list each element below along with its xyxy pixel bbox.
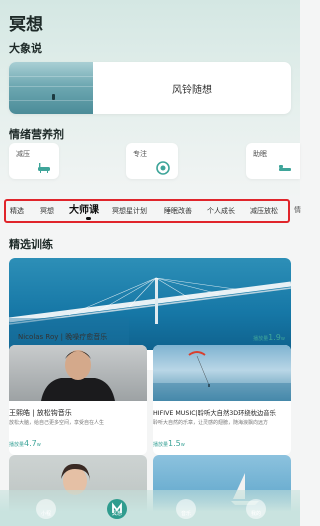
- featured-section-title: 精选训练: [9, 238, 53, 251]
- ocean-image: [9, 62, 93, 114]
- target-icon: [156, 161, 170, 175]
- page-title: 冥想: [9, 15, 43, 35]
- highlighted-tab-region: 精选 冥想 大师课 冥想星计划 睡眠改善 个人成长 减压放松: [4, 199, 290, 223]
- portrait-image: [9, 345, 147, 401]
- mood-card-sleep[interactable]: 助眠: [246, 143, 300, 179]
- nav-label-profile: 我的: [250, 511, 261, 517]
- featured-play-count: 播放量1.9w: [253, 333, 285, 342]
- mood-card-stress-relief[interactable]: 减压: [9, 143, 59, 179]
- nav-label-meditation: 冥想: [111, 511, 122, 517]
- featured-card-title: Nicolas Roy | 晚噪疗愈音乐: [18, 333, 108, 341]
- card-description: 放松大脑，给自己更多空间，享受自在人生: [9, 420, 105, 426]
- tab-sleep-improvement[interactable]: 睡眠改善: [164, 201, 192, 221]
- card-title: HIFIVE MUSIC|聆听大自然3D环绕枕边音乐: [153, 410, 276, 417]
- training-card[interactable]: 王熙皓 | 放松钩音乐 放松大脑，给自己更多空间，享受自在人生 播放量4.7w: [9, 345, 147, 455]
- mood-label: 助眠: [253, 150, 267, 158]
- active-tab-indicator: [86, 217, 91, 220]
- kitesurf-illustration: [153, 351, 291, 401]
- meditation-title: 风铃随想: [172, 84, 212, 96]
- training-card[interactable]: HIFIVE MUSIC|聆听大自然3D环绕枕边音乐 聆听大自然的乐章，让灵感的…: [153, 345, 291, 455]
- card-description: 聆听大自然的乐章，让灵感的翅膀，随海浪飘向远方: [153, 420, 269, 426]
- bottom-navigation: [0, 490, 300, 526]
- bathtub-icon: [38, 163, 50, 173]
- tab-overflow[interactable]: 情: [294, 205, 301, 215]
- master-section-title: 大象说: [9, 42, 42, 55]
- mood-label: 专注: [133, 150, 147, 158]
- ocean-kitesurf-image: [153, 345, 291, 401]
- tab-selected[interactable]: 精选: [10, 201, 24, 221]
- tab-meditation[interactable]: 冥想: [40, 201, 54, 221]
- mood-section-title: 情绪营养剂: [9, 128, 64, 141]
- card-title: 王熙皓 | 放松钩音乐: [9, 409, 72, 417]
- featured-meditation-card[interactable]: 风铃随想: [9, 62, 291, 114]
- nav-label-mini-program: 小程: [40, 511, 51, 517]
- tab-stress-relief[interactable]: 减压放松: [250, 201, 278, 221]
- card-play-count: 播放量1.5w: [153, 439, 185, 448]
- tab-personal-growth[interactable]: 个人成长: [207, 201, 235, 221]
- tab-master-class[interactable]: 大师课: [69, 201, 99, 221]
- mood-card-focus[interactable]: 专注: [126, 143, 178, 179]
- nav-label-music: 音乐: [180, 511, 191, 517]
- bed-icon: [279, 165, 291, 171]
- card-play-count: 播放量4.7w: [9, 439, 41, 448]
- mood-label: 减压: [16, 150, 30, 158]
- musician-portrait: [41, 350, 115, 401]
- tab-meditation-plan[interactable]: 冥想星计划: [112, 201, 147, 221]
- category-tab-bar: 精选 冥想 大师课 冥想星计划 睡眠改善 个人成长 减压放松 情: [0, 199, 301, 223]
